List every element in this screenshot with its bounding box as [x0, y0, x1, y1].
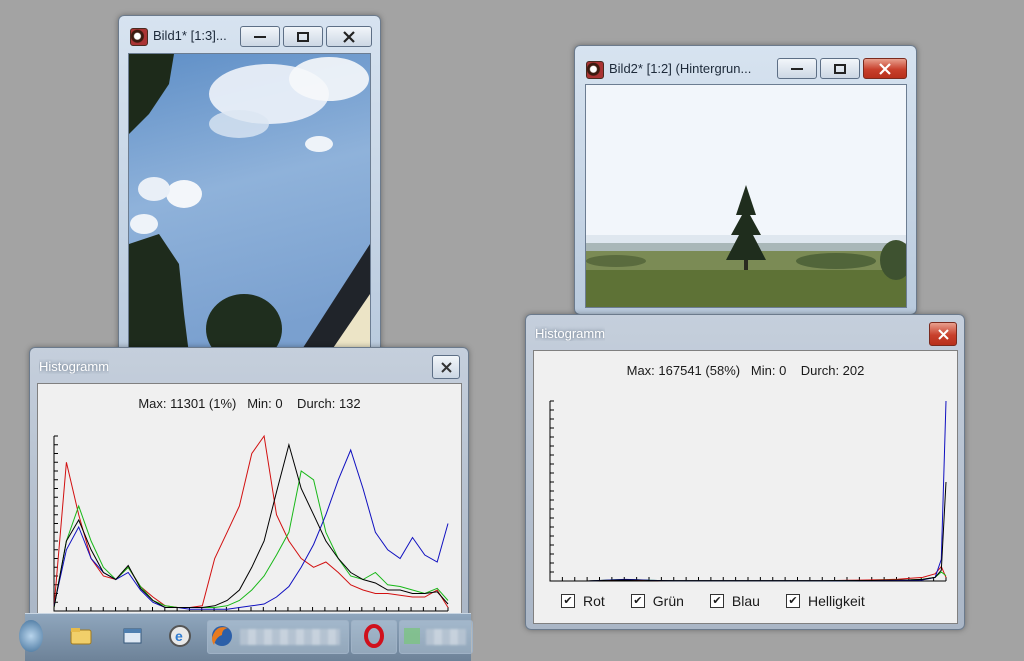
- app-icon: [404, 628, 420, 644]
- image-window-bild1[interactable]: Bild1* [1:3]...: [118, 15, 381, 357]
- maximize-icon: [297, 31, 309, 42]
- folder-icon: [70, 628, 92, 645]
- histogram-plot: [549, 400, 947, 582]
- image-window-bild2[interactable]: Bild2* [1:2] (Hintergrun...: [574, 45, 917, 315]
- series-line-gruen: [53, 470, 449, 608]
- checkbox-label: Blau: [731, 593, 760, 609]
- series-line-rot: [53, 434, 449, 608]
- window-icon: [123, 628, 142, 644]
- browser-e-icon: e: [169, 625, 191, 647]
- sky-photo: [129, 54, 370, 354]
- minimize-icon: [254, 35, 266, 38]
- close-icon: [937, 328, 949, 340]
- image-canvas[interactable]: [585, 84, 907, 308]
- close-button[interactable]: [863, 58, 907, 79]
- window-title: Histogramm: [39, 359, 110, 374]
- histogram-panel: Max: 167541 (58%) Min: 0 Durch: 202 ✔ Ro…: [533, 350, 958, 624]
- minimize-button[interactable]: [240, 26, 280, 47]
- checkbox-label: Helligkeit: [807, 593, 865, 609]
- title-bar[interactable]: Bild2* [1:2] (Hintergrun...: [575, 46, 916, 80]
- checkbox-box[interactable]: ✔: [630, 594, 645, 608]
- plot-axes: [549, 401, 946, 582]
- title-bar[interactable]: Bild1* [1:3]...: [119, 16, 380, 50]
- channel-checkboxes: ✔ Rot ✔ Grün ✔ Blau ✔ Helligkeit: [561, 593, 891, 609]
- checkbox-helligkeit[interactable]: ✔ Helligkeit: [785, 593, 865, 609]
- checkbox-label: Rot: [583, 593, 605, 609]
- series-line-helligkeit: [550, 481, 947, 582]
- close-icon: [343, 30, 355, 43]
- window-title: Histogramm: [535, 326, 606, 341]
- checkbox-label: Grün: [652, 593, 684, 609]
- histogram-window-2[interactable]: Histogramm Max: 167541 (58%) Min: 0 Durc…: [525, 314, 965, 630]
- histogram-stats: Max: 11301 (1%) Min: 0 Durch: 132: [138, 396, 361, 411]
- maximize-button[interactable]: [820, 58, 860, 79]
- taskbar: e: [19, 613, 473, 661]
- app-taskbar-button[interactable]: [399, 620, 473, 654]
- close-icon: [879, 62, 891, 75]
- checkbox-box[interactable]: ✔: [709, 594, 724, 608]
- title-bar[interactable]: Histogramm: [30, 348, 468, 382]
- window-title: Bild1* [1:3]...: [153, 28, 227, 43]
- close-button[interactable]: [326, 26, 372, 47]
- opera-taskbar-button[interactable]: [351, 620, 397, 654]
- explorer-taskbar-button[interactable]: [65, 620, 95, 652]
- minimize-button[interactable]: [777, 58, 817, 79]
- firefox-taskbar-button[interactable]: [207, 620, 349, 654]
- histogram-stats: Max: 167541 (58%) Min: 0 Durch: 202: [626, 363, 865, 378]
- minimize-icon: [791, 67, 803, 70]
- maximize-button[interactable]: [283, 26, 323, 47]
- close-button[interactable]: [432, 355, 460, 379]
- histogram-plot: [53, 434, 449, 612]
- close-button[interactable]: [929, 322, 957, 346]
- histogram-window-1[interactable]: Histogramm Max: 11301 (1%) Min: 0 Durch:…: [29, 347, 469, 629]
- maximize-icon: [834, 63, 846, 74]
- checkbox-box[interactable]: ✔: [785, 594, 800, 608]
- opera-icon: [364, 624, 384, 648]
- title-bar[interactable]: Histogramm: [526, 315, 964, 349]
- blurred-window-title: [240, 629, 340, 645]
- checkbox-blau[interactable]: ✔ Blau: [709, 593, 760, 609]
- window-taskbar-button[interactable]: [117, 620, 147, 652]
- series-line-blau: [550, 400, 947, 582]
- firefox-icon: [212, 626, 232, 646]
- window-title: Bild2* [1:2] (Hintergrun...: [609, 61, 752, 76]
- histogram-panel: Max: 11301 (1%) Min: 0 Durch: 132: [37, 383, 462, 625]
- image-canvas[interactable]: [128, 53, 371, 355]
- checkbox-box[interactable]: ✔: [561, 594, 575, 608]
- close-icon: [440, 361, 452, 373]
- app-icon: [586, 61, 604, 79]
- series-line-helligkeit: [53, 442, 449, 608]
- start-orb[interactable]: [19, 620, 43, 652]
- checkbox-rot[interactable]: ✔ Rot: [561, 593, 605, 609]
- browser-taskbar-button[interactable]: e: [165, 620, 195, 652]
- app-icon: [130, 28, 148, 46]
- checkbox-gruen[interactable]: ✔ Grün: [630, 593, 684, 609]
- landscape-photo: [586, 85, 906, 307]
- blurred-window-title: [426, 629, 466, 645]
- svg-text:e: e: [175, 628, 183, 644]
